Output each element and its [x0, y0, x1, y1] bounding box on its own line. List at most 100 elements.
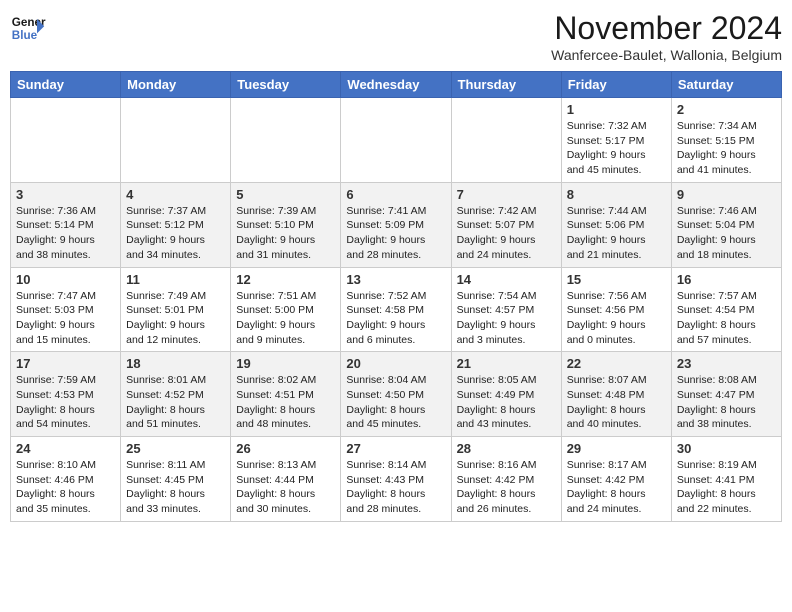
weekday-header-saturday: Saturday: [671, 72, 781, 98]
calendar-cell: 27 Sunrise: 8:14 AM Sunset: 4:43 PM Dayli…: [341, 437, 451, 522]
day-info: Sunrise: 7:57 AM Sunset: 4:54 PM Dayligh…: [677, 289, 776, 348]
day-info: Sunrise: 8:16 AM Sunset: 4:42 PM Dayligh…: [457, 458, 556, 517]
day-number: 10: [16, 272, 115, 287]
calendar-cell: 7 Sunrise: 7:42 AM Sunset: 5:07 PM Daylig…: [451, 182, 561, 267]
day-number: 15: [567, 272, 666, 287]
day-info: Sunrise: 7:56 AM Sunset: 4:56 PM Dayligh…: [567, 289, 666, 348]
calendar-cell: 14Sunrise: 7:54 AM Sunset: 4:57 PM Dayli…: [451, 267, 561, 352]
day-info: Sunrise: 7:51 AM Sunset: 5:00 PM Dayligh…: [236, 289, 335, 348]
day-number: 1: [567, 102, 666, 117]
day-info: Sunrise: 7:32 AM Sunset: 5:17 PM Dayligh…: [567, 119, 666, 178]
day-number: 12: [236, 272, 335, 287]
calendar-cell: 1 Sunrise: 7:32 AM Sunset: 5:17 PM Daylig…: [561, 98, 671, 183]
calendar-week-row: 24Sunrise: 8:10 AM Sunset: 4:46 PM Dayli…: [11, 437, 782, 522]
day-info: Sunrise: 7:39 AM Sunset: 5:10 PM Dayligh…: [236, 204, 335, 263]
calendar-cell: 21 Sunrise: 8:05 AM Sunset: 4:49 PM Dayli…: [451, 352, 561, 437]
day-number: 11: [126, 272, 225, 287]
day-info: Sunrise: 7:46 AM Sunset: 5:04 PM Dayligh…: [677, 204, 776, 263]
day-info: Sunrise: 7:49 AM Sunset: 5:01 PM Dayligh…: [126, 289, 225, 348]
day-info: Sunrise: 7:47 AM Sunset: 5:03 PM Dayligh…: [16, 289, 115, 348]
calendar-cell: 2 Sunrise: 7:34 AM Sunset: 5:15 PM Daylig…: [671, 98, 781, 183]
calendar-cell: 26Sunrise: 8:13 AM Sunset: 4:44 PM Dayli…: [231, 437, 341, 522]
day-number: 2: [677, 102, 776, 117]
weekday-header-wednesday: Wednesday: [341, 72, 451, 98]
month-title: November 2024: [551, 10, 782, 47]
day-info: Sunrise: 7:41 AM Sunset: 5:09 PM Dayligh…: [346, 204, 445, 263]
calendar-week-row: 1 Sunrise: 7:32 AM Sunset: 5:17 PM Daylig…: [11, 98, 782, 183]
calendar-cell: [231, 98, 341, 183]
calendar-cell: 16 Sunrise: 7:57 AM Sunset: 4:54 PM Dayli…: [671, 267, 781, 352]
day-number: 7: [457, 187, 556, 202]
day-number: 24: [16, 441, 115, 456]
day-number: 20: [346, 356, 445, 371]
calendar-cell: 29 Sunrise: 8:17 AM Sunset: 4:42 PM Dayli…: [561, 437, 671, 522]
calendar-cell: [11, 98, 121, 183]
location-subtitle: Wanfercee-Baulet, Wallonia, Belgium: [551, 47, 782, 63]
calendar-week-row: 17 Sunrise: 7:59 AM Sunset: 4:53 PM Dayli…: [11, 352, 782, 437]
day-number: 29: [567, 441, 666, 456]
day-info: Sunrise: 8:14 AM Sunset: 4:43 PM Dayligh…: [346, 458, 445, 517]
day-info: Sunrise: 8:02 AM Sunset: 4:51 PM Dayligh…: [236, 373, 335, 432]
weekday-header-thursday: Thursday: [451, 72, 561, 98]
calendar-week-row: 3 Sunrise: 7:36 AM Sunset: 5:14 PM Daylig…: [11, 182, 782, 267]
title-area: November 2024 Wanfercee-Baulet, Wallonia…: [551, 10, 782, 63]
day-info: Sunrise: 8:11 AM Sunset: 4:45 PM Dayligh…: [126, 458, 225, 517]
day-info: Sunrise: 8:08 AM Sunset: 4:47 PM Dayligh…: [677, 373, 776, 432]
day-info: Sunrise: 7:37 AM Sunset: 5:12 PM Dayligh…: [126, 204, 225, 263]
day-info: Sunrise: 8:07 AM Sunset: 4:48 PM Dayligh…: [567, 373, 666, 432]
calendar-cell: 15 Sunrise: 7:56 AM Sunset: 4:56 PM Dayli…: [561, 267, 671, 352]
calendar-cell: 18 Sunrise: 8:01 AM Sunset: 4:52 PM Dayli…: [121, 352, 231, 437]
day-info: Sunrise: 8:17 AM Sunset: 4:42 PM Dayligh…: [567, 458, 666, 517]
calendar-cell: 20 Sunrise: 8:04 AM Sunset: 4:50 PM Dayli…: [341, 352, 451, 437]
calendar-cell: 23Sunrise: 8:08 AM Sunset: 4:47 PM Dayli…: [671, 352, 781, 437]
calendar-cell: 30 Sunrise: 8:19 AM Sunset: 4:41 PM Dayli…: [671, 437, 781, 522]
day-info: Sunrise: 8:19 AM Sunset: 4:41 PM Dayligh…: [677, 458, 776, 517]
calendar-cell: [341, 98, 451, 183]
calendar-cell: 28Sunrise: 8:16 AM Sunset: 4:42 PM Dayli…: [451, 437, 561, 522]
calendar-cell: 25Sunrise: 8:11 AM Sunset: 4:45 PM Dayli…: [121, 437, 231, 522]
day-info: Sunrise: 7:34 AM Sunset: 5:15 PM Dayligh…: [677, 119, 776, 178]
day-info: Sunrise: 7:36 AM Sunset: 5:14 PM Dayligh…: [16, 204, 115, 263]
calendar-cell: 3 Sunrise: 7:36 AM Sunset: 5:14 PM Daylig…: [11, 182, 121, 267]
day-info: Sunrise: 7:44 AM Sunset: 5:06 PM Dayligh…: [567, 204, 666, 263]
day-number: 30: [677, 441, 776, 456]
day-info: Sunrise: 7:59 AM Sunset: 4:53 PM Dayligh…: [16, 373, 115, 432]
day-number: 19: [236, 356, 335, 371]
general-blue-logo-icon: General Blue: [10, 10, 46, 46]
day-number: 4: [126, 187, 225, 202]
day-info: Sunrise: 8:01 AM Sunset: 4:52 PM Dayligh…: [126, 373, 225, 432]
calendar-cell: 17 Sunrise: 7:59 AM Sunset: 4:53 PM Dayli…: [11, 352, 121, 437]
calendar-table: SundayMondayTuesdayWednesdayThursdayFrid…: [10, 71, 782, 522]
calendar-cell: 22 Sunrise: 8:07 AM Sunset: 4:48 PM Dayli…: [561, 352, 671, 437]
day-number: 3: [16, 187, 115, 202]
calendar-cell: 13 Sunrise: 7:52 AM Sunset: 4:58 PM Dayli…: [341, 267, 451, 352]
day-info: Sunrise: 8:05 AM Sunset: 4:49 PM Dayligh…: [457, 373, 556, 432]
calendar-cell: 4 Sunrise: 7:37 AM Sunset: 5:12 PM Daylig…: [121, 182, 231, 267]
day-number: 27: [346, 441, 445, 456]
page-header: General Blue November 2024 Wanfercee-Bau…: [10, 10, 782, 63]
day-info: Sunrise: 8:04 AM Sunset: 4:50 PM Dayligh…: [346, 373, 445, 432]
day-number: 18: [126, 356, 225, 371]
calendar-cell: [121, 98, 231, 183]
day-number: 13: [346, 272, 445, 287]
logo: General Blue: [10, 10, 46, 46]
calendar-cell: 6Sunrise: 7:41 AM Sunset: 5:09 PM Daylig…: [341, 182, 451, 267]
day-info: Sunrise: 7:54 AM Sunset: 4:57 PM Dayligh…: [457, 289, 556, 348]
weekday-header-friday: Friday: [561, 72, 671, 98]
day-number: 9: [677, 187, 776, 202]
calendar-cell: 8Sunrise: 7:44 AM Sunset: 5:06 PM Daylig…: [561, 182, 671, 267]
day-number: 17: [16, 356, 115, 371]
day-number: 21: [457, 356, 556, 371]
day-info: Sunrise: 8:13 AM Sunset: 4:44 PM Dayligh…: [236, 458, 335, 517]
calendar-cell: 5Sunrise: 7:39 AM Sunset: 5:10 PM Daylig…: [231, 182, 341, 267]
svg-text:Blue: Blue: [12, 29, 38, 42]
calendar-week-row: 10 Sunrise: 7:47 AM Sunset: 5:03 PM Dayli…: [11, 267, 782, 352]
weekday-header-monday: Monday: [121, 72, 231, 98]
day-info: Sunrise: 7:42 AM Sunset: 5:07 PM Dayligh…: [457, 204, 556, 263]
weekday-header-tuesday: Tuesday: [231, 72, 341, 98]
calendar-cell: 12 Sunrise: 7:51 AM Sunset: 5:00 PM Dayli…: [231, 267, 341, 352]
calendar-cell: 10 Sunrise: 7:47 AM Sunset: 5:03 PM Dayli…: [11, 267, 121, 352]
day-number: 22: [567, 356, 666, 371]
day-info: Sunrise: 7:52 AM Sunset: 4:58 PM Dayligh…: [346, 289, 445, 348]
day-number: 16: [677, 272, 776, 287]
